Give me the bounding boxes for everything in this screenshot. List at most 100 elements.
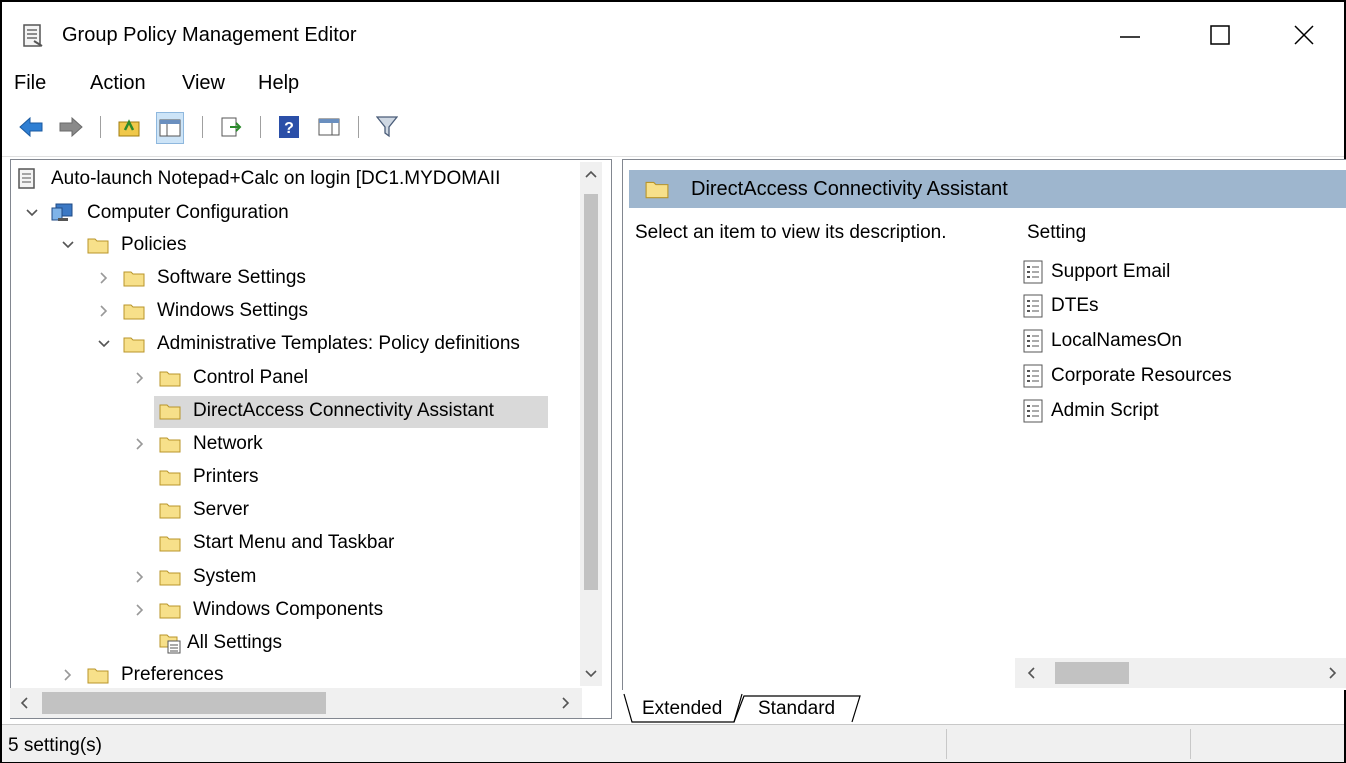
- tree-item-all-settings[interactable]: All Settings: [159, 628, 282, 658]
- tab-extended[interactable]: Extended: [642, 698, 722, 720]
- tree-label: All Settings: [187, 632, 283, 653]
- filter-button[interactable]: [374, 112, 400, 142]
- tree-label: Auto-launch Notepad+Calc on login [DC1.M…: [51, 168, 501, 189]
- tree-item-software-settings[interactable]: Software Settings: [93, 263, 306, 293]
- policy-document-icon: [18, 168, 35, 189]
- setting-name: DTEs: [1051, 295, 1099, 316]
- folder-icon: [159, 470, 181, 486]
- folder-icon: [159, 570, 181, 586]
- tree-item-windows-components[interactable]: Windows Components: [129, 595, 383, 625]
- tree-label: Server: [193, 499, 249, 520]
- chevron-down-icon[interactable]: [585, 670, 597, 678]
- tree-item-control-panel[interactable]: Control Panel: [129, 363, 308, 393]
- forward-button[interactable]: [58, 112, 84, 142]
- setting-row[interactable]: Support Email: [1023, 256, 1170, 288]
- back-button[interactable]: [18, 112, 44, 142]
- tree-label: Printers: [193, 466, 259, 487]
- column-header-setting[interactable]: Setting: [1027, 222, 1086, 244]
- maximize-button[interactable]: [1180, 12, 1260, 58]
- toolbar: ?: [2, 102, 1344, 157]
- show-action-pane-icon: [318, 118, 340, 136]
- details-header-title: DirectAccess Connectivity Assistant: [691, 178, 1008, 200]
- tree-item-directaccess[interactable]: DirectAccess Connectivity Assistant: [159, 396, 494, 426]
- tree-vertical-scrollbar[interactable]: [580, 162, 602, 686]
- chevron-right-icon[interactable]: [93, 300, 115, 322]
- tree-label: Computer Configuration: [87, 202, 289, 223]
- chevron-right-icon[interactable]: [57, 664, 79, 686]
- export-list-icon: [221, 117, 242, 137]
- tree-label: Preferences: [121, 664, 224, 685]
- computer-icon: [51, 203, 73, 221]
- chevron-right-icon[interactable]: [129, 433, 151, 455]
- status-text: 5 setting(s): [8, 735, 102, 756]
- tree-label: Administrative Templates: Policy definit…: [157, 333, 520, 354]
- chevron-down-icon[interactable]: [93, 333, 115, 355]
- scrollbar-thumb[interactable]: [1055, 662, 1129, 684]
- toolbar-separator: [260, 116, 261, 138]
- svg-text:?: ?: [284, 120, 294, 137]
- tree-item-preferences[interactable]: Preferences: [57, 660, 223, 690]
- details-horizontal-scrollbar[interactable]: [1015, 658, 1346, 688]
- tab-standard[interactable]: Standard: [758, 698, 835, 720]
- title-bar: Group Policy Management Editor: [2, 2, 1344, 64]
- export-list-button[interactable]: [218, 112, 244, 142]
- tree-item-policies[interactable]: Policies: [57, 230, 186, 260]
- chevron-left-icon[interactable]: [20, 697, 28, 709]
- policy-setting-icon: [1023, 294, 1043, 318]
- window-title: Group Policy Management Editor: [62, 24, 357, 46]
- chevron-right-icon[interactable]: [129, 566, 151, 588]
- tree-item-computer-configuration[interactable]: Computer Configuration: [21, 198, 289, 228]
- help-button[interactable]: ?: [276, 112, 302, 142]
- minimize-icon: [1120, 36, 1140, 38]
- menu-action[interactable]: Action: [90, 72, 146, 95]
- details-pane: DirectAccess Connectivity Assistant Sele…: [622, 159, 1346, 690]
- policy-document-icon: [23, 24, 43, 47]
- chevron-down-icon[interactable]: [21, 202, 43, 224]
- tree-item-network[interactable]: Network: [129, 429, 263, 459]
- show-action-pane-button[interactable]: [316, 112, 342, 142]
- folder-icon: [87, 238, 109, 254]
- tree-item-printers[interactable]: Printers: [159, 462, 258, 492]
- menu-file[interactable]: File: [14, 72, 46, 95]
- menu-view[interactable]: View: [182, 72, 225, 95]
- folder-icon: [645, 181, 669, 199]
- tree-item-administrative-templates[interactable]: Administrative Templates: Policy definit…: [93, 329, 520, 359]
- chevron-right-icon[interactable]: [1329, 667, 1337, 679]
- tree-item-start-menu-and-taskbar[interactable]: Start Menu and Taskbar: [159, 528, 394, 558]
- tree-item-system[interactable]: System: [129, 562, 256, 592]
- console-tree: Auto-launch Notepad+Calc on login [DC1.M…: [10, 159, 612, 719]
- policy-setting-icon: [1023, 260, 1043, 284]
- up-one-level-button[interactable]: [116, 112, 142, 142]
- show-hide-tree-button[interactable]: [156, 112, 184, 144]
- setting-row[interactable]: Corporate Resources: [1023, 360, 1232, 392]
- tree-item-server[interactable]: Server: [159, 495, 249, 525]
- forward-icon: [59, 116, 83, 138]
- tree-label: DirectAccess Connectivity Assistant: [193, 400, 494, 421]
- chevron-up-icon[interactable]: [585, 170, 597, 178]
- chevron-right-icon[interactable]: [129, 367, 151, 389]
- setting-row[interactable]: Admin Script: [1023, 395, 1159, 427]
- chevron-right-icon[interactable]: [562, 697, 570, 709]
- menu-help[interactable]: Help: [258, 72, 299, 95]
- chevron-down-icon[interactable]: [57, 234, 79, 256]
- scrollbar-thumb[interactable]: [584, 194, 598, 590]
- close-button[interactable]: [1264, 12, 1344, 58]
- setting-row[interactable]: DTEs: [1023, 290, 1099, 322]
- chevron-left-icon[interactable]: [1027, 667, 1035, 679]
- tree-horizontal-scrollbar[interactable]: [10, 688, 582, 718]
- setting-name: Support Email: [1051, 261, 1171, 282]
- minimize-button[interactable]: [1090, 12, 1170, 58]
- menu-bar: File Action View Help: [2, 64, 1344, 102]
- policy-setting-icon: [1023, 364, 1043, 388]
- policy-setting-icon: [1023, 399, 1043, 423]
- scrollbar-thumb[interactable]: [42, 692, 326, 714]
- toolbar-separator: [358, 116, 359, 138]
- tree-item-windows-settings[interactable]: Windows Settings: [93, 296, 308, 326]
- close-icon: [1294, 25, 1314, 45]
- filter-icon: [376, 116, 398, 138]
- folder-icon: [159, 404, 181, 420]
- setting-row[interactable]: LocalNamesOn: [1023, 325, 1182, 357]
- chevron-right-icon[interactable]: [129, 599, 151, 621]
- tree-item-root[interactable]: Auto-launch Notepad+Calc on login [DC1.M…: [17, 164, 500, 194]
- chevron-right-icon[interactable]: [93, 267, 115, 289]
